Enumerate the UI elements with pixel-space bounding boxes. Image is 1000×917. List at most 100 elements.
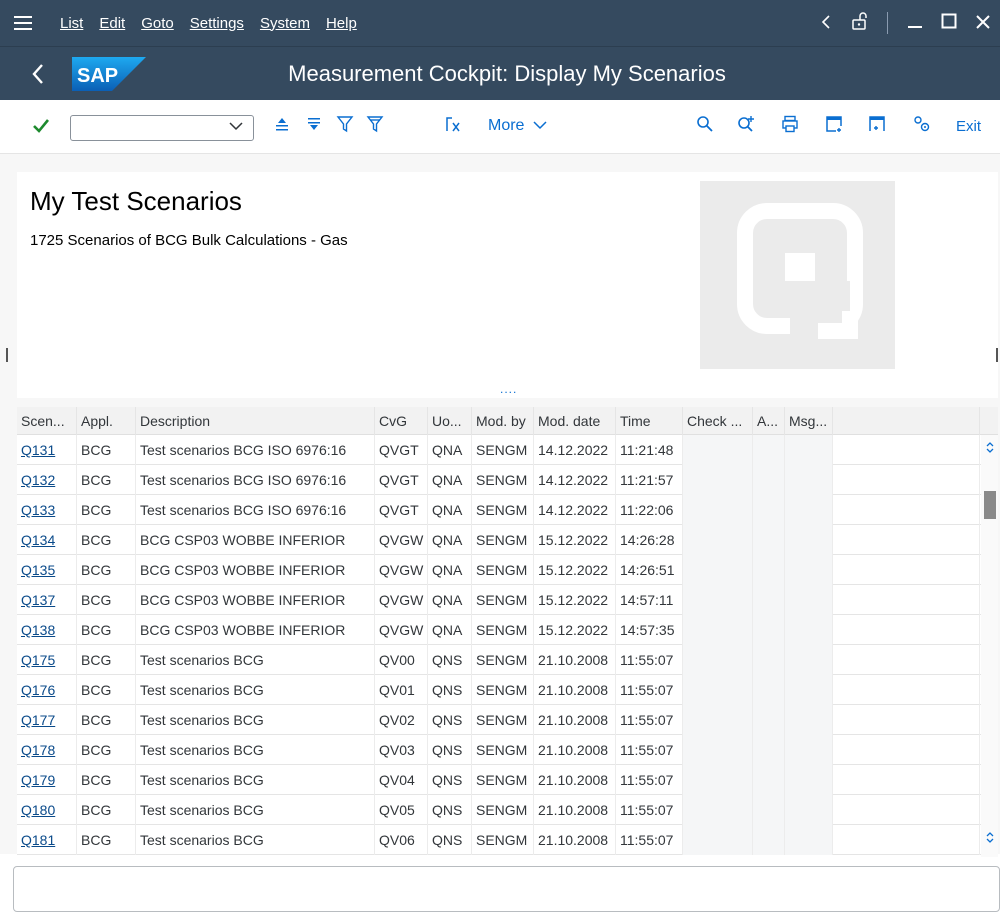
cell-mod-by: SENGM xyxy=(472,825,534,855)
column-header-application[interactable]: Appl. xyxy=(77,407,136,435)
cell-cvg: QV05 xyxy=(375,795,428,825)
table-body: Q131 BCG Test scenarios BCG ISO 6976:16 QVG… xyxy=(17,435,981,855)
scroll-down-icon[interactable] xyxy=(981,831,998,845)
table-row[interactable]: Q180 BCG Test scenarios BCG QV05 QNS SENGM 21.… xyxy=(17,795,981,825)
table-row[interactable]: Q176 BCG Test scenarios BCG QV01 QNS SENGM 21.… xyxy=(17,675,981,705)
cell-scenario[interactable]: Q176 xyxy=(17,675,77,705)
cell-description: Test scenarios BCG ISO 6976:16 xyxy=(136,465,375,495)
menu-help[interactable]: Help xyxy=(318,15,365,32)
cell-scenario[interactable]: Q137 xyxy=(17,585,77,615)
table-row[interactable]: Q138 BCG BCG CSP03 WOBBE INFERIOR QVGW QNA SE… xyxy=(17,615,981,645)
table-row[interactable]: Q135 BCG BCG CSP03 WOBBE INFERIOR QVGW QNA SE… xyxy=(17,555,981,585)
column-header-description[interactable]: Description xyxy=(136,407,375,435)
table-row[interactable]: Q178 BCG Test scenarios BCG QV03 QNS SENGM 21.… xyxy=(17,735,981,765)
checkmark-icon[interactable] xyxy=(32,114,50,140)
table-row[interactable]: Q179 BCG Test scenarios BCG QV04 QNS SENGM 21.… xyxy=(17,765,981,795)
cell-scenario[interactable]: Q179 xyxy=(17,765,77,795)
scroll-up-icon[interactable] xyxy=(981,441,998,455)
table-row[interactable]: Q134 BCG BCG CSP03 WOBBE INFERIOR QVGW QNA SE… xyxy=(17,525,981,555)
table-scrollbar[interactable] xyxy=(981,435,998,857)
column-header-uo[interactable]: Uo... xyxy=(428,407,472,435)
maximize-icon[interactable] xyxy=(932,13,966,34)
column-header-scenario[interactable]: Scen... xyxy=(17,407,77,435)
chevron-down-icon[interactable] xyxy=(229,118,243,136)
table-row[interactable]: Q137 BCG BCG CSP03 WOBBE INFERIOR QVGW QNA SE… xyxy=(17,585,981,615)
column-header-check[interactable]: Check ... xyxy=(683,407,753,435)
table-row[interactable]: Q181 BCG Test scenarios BCG QV06 QNS SENGM 21.… xyxy=(17,825,981,855)
more-button[interactable]: More xyxy=(488,117,547,135)
cell-mod-by: SENGM xyxy=(472,735,534,765)
table-row[interactable]: Q177 BCG Test scenarios BCG QV02 QNS SENGM 21.… xyxy=(17,705,981,735)
cell-description: Test scenarios BCG ISO 6976:16 xyxy=(136,495,375,525)
cell-mod-date: 21.10.2008 xyxy=(534,765,616,795)
sort-descending-icon[interactable] xyxy=(305,115,323,139)
filter-settings-icon[interactable] xyxy=(366,115,384,139)
cell-application: BCG xyxy=(77,555,136,585)
cell-scenario[interactable]: Q181 xyxy=(17,825,77,855)
menu-edit[interactable]: Edit xyxy=(91,15,133,32)
table-row[interactable]: Q132 BCG Test scenarios BCG ISO 6976:16 QVG… xyxy=(17,465,981,495)
scrollbar-thumb[interactable] xyxy=(984,491,996,519)
cell-application: BCG xyxy=(77,525,136,555)
print-icon[interactable] xyxy=(781,115,799,139)
cell-mod-by: SENGM xyxy=(472,465,534,495)
cell-empty xyxy=(833,645,980,675)
column-header-msg[interactable]: Msg... xyxy=(785,407,833,435)
scenarios-subtitle: 1725 Scenarios of BCG Bulk Calculations … xyxy=(30,232,348,249)
menu-goto[interactable]: Goto xyxy=(133,15,182,32)
minimize-icon[interactable] xyxy=(898,13,932,34)
cell-scenario[interactable]: Q131 xyxy=(17,435,77,465)
formula-icon[interactable] xyxy=(444,115,464,139)
table-row[interactable]: Q175 BCG Test scenarios BCG QV00 QNS SENGM 21.… xyxy=(17,645,981,675)
scenarios-title: My Test Scenarios xyxy=(30,186,242,216)
sort-ascending-icon[interactable] xyxy=(273,115,291,139)
cell-empty xyxy=(833,555,980,585)
table-row[interactable]: Q131 BCG Test scenarios BCG ISO 6976:16 QVG… xyxy=(17,435,981,465)
layout-icon[interactable] xyxy=(868,115,886,139)
close-icon[interactable] xyxy=(966,13,1000,34)
cell-application: BCG xyxy=(77,825,136,855)
cell-scenario[interactable]: Q138 xyxy=(17,615,77,645)
cell-mod-date: 15.12.2022 xyxy=(534,585,616,615)
cell-description: Test scenarios BCG ISO 6976:16 xyxy=(136,435,375,465)
cell-uo: QNS xyxy=(428,765,472,795)
search-icon[interactable] xyxy=(696,115,714,139)
menu-settings[interactable]: Settings xyxy=(182,15,252,32)
cell-scenario[interactable]: Q177 xyxy=(17,705,77,735)
cell-uo: QNA xyxy=(428,525,472,555)
cell-a xyxy=(753,795,785,825)
cell-scenario[interactable]: Q132 xyxy=(17,465,77,495)
splitter-handle[interactable]: .... xyxy=(500,382,517,396)
cell-description: Test scenarios BCG xyxy=(136,765,375,795)
search-next-icon[interactable] xyxy=(737,115,757,139)
export-icon[interactable] xyxy=(825,115,843,139)
status-bar xyxy=(13,866,1000,912)
column-header-mod-date[interactable]: Mod. date xyxy=(534,407,616,435)
cell-scenario[interactable]: Q134 xyxy=(17,525,77,555)
more-button-label: More xyxy=(488,117,525,134)
cell-scenario[interactable]: Q178 xyxy=(17,735,77,765)
column-header-cvg[interactable]: CvG xyxy=(375,407,428,435)
cell-scenario[interactable]: Q180 xyxy=(17,795,77,825)
filter-icon[interactable] xyxy=(336,115,354,139)
cell-time: 11:55:07 xyxy=(616,645,683,675)
unlock-icon[interactable] xyxy=(843,11,877,35)
cell-scenario[interactable]: Q175 xyxy=(17,645,77,675)
table-row[interactable]: Q133 BCG Test scenarios BCG ISO 6976:16 QVG… xyxy=(17,495,981,525)
menu-system[interactable]: System xyxy=(252,15,318,32)
menu-list[interactable]: List xyxy=(46,15,91,32)
column-header-a[interactable]: A... xyxy=(753,407,785,435)
column-header-time[interactable]: Time xyxy=(616,407,683,435)
hamburger-icon[interactable] xyxy=(0,0,46,46)
settings-icon[interactable] xyxy=(912,115,932,139)
cell-application: BCG xyxy=(77,465,136,495)
cell-cvg: QVGT xyxy=(375,495,428,525)
command-field[interactable] xyxy=(70,115,254,141)
column-header-mod-by[interactable]: Mod. by xyxy=(472,407,534,435)
cell-scenario[interactable]: Q133 xyxy=(17,495,77,525)
exit-button[interactable]: Exit xyxy=(956,118,981,135)
cell-check xyxy=(683,585,753,615)
chevron-left-icon[interactable] xyxy=(809,13,843,34)
cell-scenario[interactable]: Q135 xyxy=(17,555,77,585)
cell-a xyxy=(753,615,785,645)
